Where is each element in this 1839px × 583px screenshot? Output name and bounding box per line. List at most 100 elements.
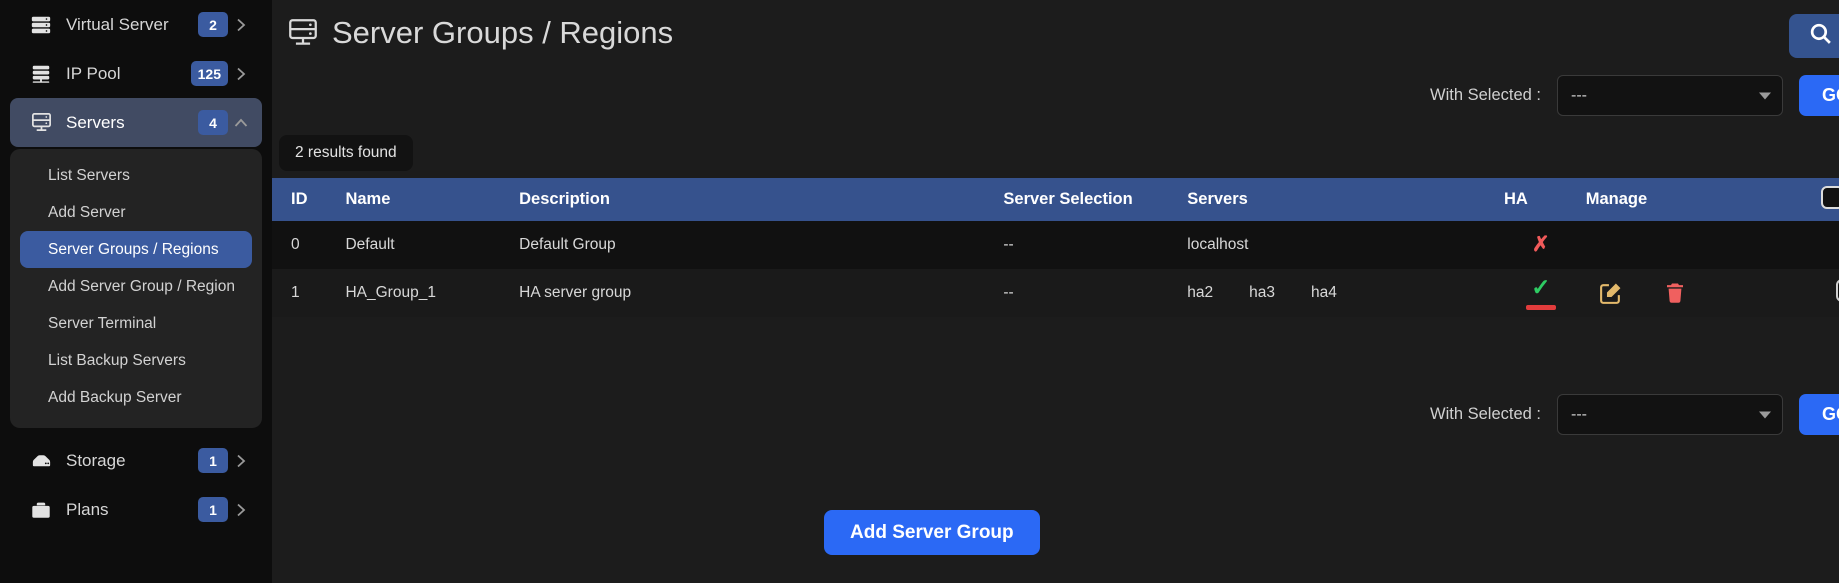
cell-manage — [1581, 269, 1817, 317]
sidebar-subitem-label: List Servers — [48, 166, 130, 184]
cell-row-select — [1816, 221, 1839, 269]
go-button-top[interactable]: GO — [1799, 75, 1839, 116]
with-selected-select-top[interactable]: --- — [1557, 75, 1783, 116]
go-button-bottom[interactable]: GO — [1799, 394, 1839, 435]
with-selected-label: With Selected : — [1430, 86, 1541, 104]
column-header-ha[interactable]: HA — [1500, 178, 1582, 221]
bulk-action-bar-bottom: With Selected : --- GO — [1430, 394, 1839, 435]
cell-name: HA_Group_1 — [341, 269, 516, 317]
cell-manage — [1581, 221, 1817, 269]
page-header: Server Groups / Regions — [272, 0, 1839, 58]
cell-server-selection: -- — [999, 221, 1184, 269]
chevron-right-icon — [234, 18, 248, 32]
table-row[interactable]: 0 Default Default Group -- localhost ✗ — [272, 221, 1839, 269]
ha-active-underline — [1525, 305, 1556, 310]
table-row[interactable]: 1 HA_Group_1 HA server group -- ha2 ha3 … — [272, 269, 1839, 317]
main-content: Server Groups / Regions With Selected : … — [272, 0, 1839, 583]
sidebar-badge: 1 — [198, 497, 228, 522]
cell-server-selection: -- — [999, 269, 1184, 317]
column-header-server-selection[interactable]: Server Selection — [999, 178, 1183, 221]
cell-ha: ✗ — [1499, 221, 1582, 269]
server-name: localhost — [1187, 236, 1249, 253]
cell-description: Default Group — [515, 221, 1000, 269]
sidebar-item-label: Storage — [66, 450, 126, 470]
server-stack-icon — [28, 12, 54, 38]
search-icon — [1808, 21, 1833, 51]
ha-enabled-wrap: ✓ — [1525, 274, 1556, 310]
sidebar-submenu-servers: List Servers Add Server Server Groups / … — [10, 149, 262, 428]
server-groups-table: ID Name Description Server Selection Ser… — [272, 178, 1839, 317]
column-header-select-all — [1817, 178, 1839, 221]
sidebar-subitem-label: Server Groups / Regions — [48, 240, 219, 258]
cell-ha: ✓ — [1499, 269, 1582, 317]
cell-servers: ha2 ha3 ha4 — [1183, 269, 1500, 317]
chevron-right-icon — [234, 67, 248, 81]
sidebar-subitem-add-server[interactable]: Add Server — [20, 194, 252, 231]
sidebar-subitem-server-terminal[interactable]: Server Terminal — [20, 305, 252, 342]
column-header-description[interactable]: Description — [515, 178, 999, 221]
page-title: Server Groups / Regions — [332, 15, 674, 50]
delete-icon[interactable] — [1663, 281, 1687, 305]
bulk-action-bar-top: With Selected : --- GO — [1430, 75, 1839, 116]
cell-row-select — [1816, 269, 1839, 317]
sidebar: Virtual Server 2 IP Pool 125 Servers 4 L… — [0, 0, 272, 583]
server-name: ha4 — [1311, 284, 1337, 301]
cell-description: HA server group — [515, 269, 1000, 317]
sidebar-item-ip-pool[interactable]: IP Pool 125 — [10, 49, 262, 98]
cell-id: 1 — [272, 269, 342, 317]
sidebar-item-plans[interactable]: Plans 1 — [10, 485, 262, 534]
edit-icon[interactable] — [1598, 281, 1623, 306]
column-header-id[interactable]: ID — [272, 178, 341, 221]
select-value: --- — [1571, 405, 1587, 423]
app-root: Virtual Server 2 IP Pool 125 Servers 4 L… — [0, 0, 1839, 583]
cell-name: Default — [341, 221, 516, 269]
sidebar-item-storage[interactable]: Storage 1 — [10, 436, 262, 485]
sidebar-badge: 125 — [190, 61, 228, 86]
with-selected-label: With Selected : — [1430, 405, 1541, 423]
add-server-group-label: Add Server Group — [850, 521, 1014, 543]
search-button[interactable] — [1789, 14, 1839, 58]
results-count-label: 2 results found — [295, 144, 397, 161]
ha-enabled-icon: ✓ — [1531, 274, 1551, 300]
ha-disabled-icon: ✗ — [1532, 233, 1550, 256]
go-button-label: GO — [1821, 404, 1839, 424]
chevron-up-icon[interactable] — [234, 118, 248, 128]
sidebar-badge: 1 — [198, 448, 228, 473]
sidebar-subitem-list-servers[interactable]: List Servers — [20, 157, 252, 194]
chevron-down-icon — [1759, 411, 1771, 418]
sidebar-badge: 2 — [198, 12, 228, 37]
server-rack-icon — [286, 16, 320, 50]
column-header-manage[interactable]: Manage — [1582, 178, 1817, 221]
server-name: ha2 — [1187, 284, 1214, 301]
sidebar-subitem-add-backup-server[interactable]: Add Backup Server — [20, 379, 252, 416]
sidebar-subitem-label: Add Server — [48, 203, 126, 221]
sidebar-badge: 4 — [198, 110, 228, 135]
sidebar-subitem-list-backup-servers[interactable]: List Backup Servers — [20, 342, 252, 379]
chevron-right-icon — [234, 454, 248, 468]
select-value: --- — [1571, 86, 1587, 104]
sidebar-subitem-add-server-group-region[interactable]: Add Server Group / Region — [20, 268, 252, 305]
sidebar-item-virtual-server[interactable]: Virtual Server 2 — [10, 0, 262, 49]
sidebar-item-label: Virtual Server — [66, 14, 169, 34]
table-header-row: ID Name Description Server Selection Ser… — [272, 178, 1839, 221]
chevron-down-icon — [1759, 92, 1771, 99]
add-server-group-button[interactable]: Add Server Group — [824, 510, 1040, 555]
with-selected-select-bottom[interactable]: --- — [1557, 394, 1783, 435]
server-icon — [28, 110, 54, 136]
sidebar-subitem-server-groups-regions[interactable]: Server Groups / Regions — [20, 231, 252, 268]
plans-icon — [28, 497, 54, 523]
column-header-name[interactable]: Name — [341, 178, 515, 221]
cell-servers: localhost — [1183, 221, 1500, 269]
storage-icon — [28, 448, 54, 474]
sidebar-item-servers[interactable]: Servers 4 — [10, 98, 262, 147]
cell-id: 0 — [272, 221, 342, 269]
sidebar-subitem-label: Add Server Group / Region — [48, 277, 235, 295]
select-all-checkbox[interactable] — [1820, 185, 1839, 209]
column-header-servers[interactable]: Servers — [1183, 178, 1500, 221]
sidebar-item-label: Servers — [66, 112, 125, 132]
ip-pool-icon — [28, 61, 54, 87]
go-button-label: GO — [1821, 85, 1839, 105]
results-count-chip: 2 results found — [279, 135, 413, 171]
sidebar-subitem-label: List Backup Servers — [48, 351, 186, 369]
sidebar-item-label: Plans — [66, 499, 109, 519]
